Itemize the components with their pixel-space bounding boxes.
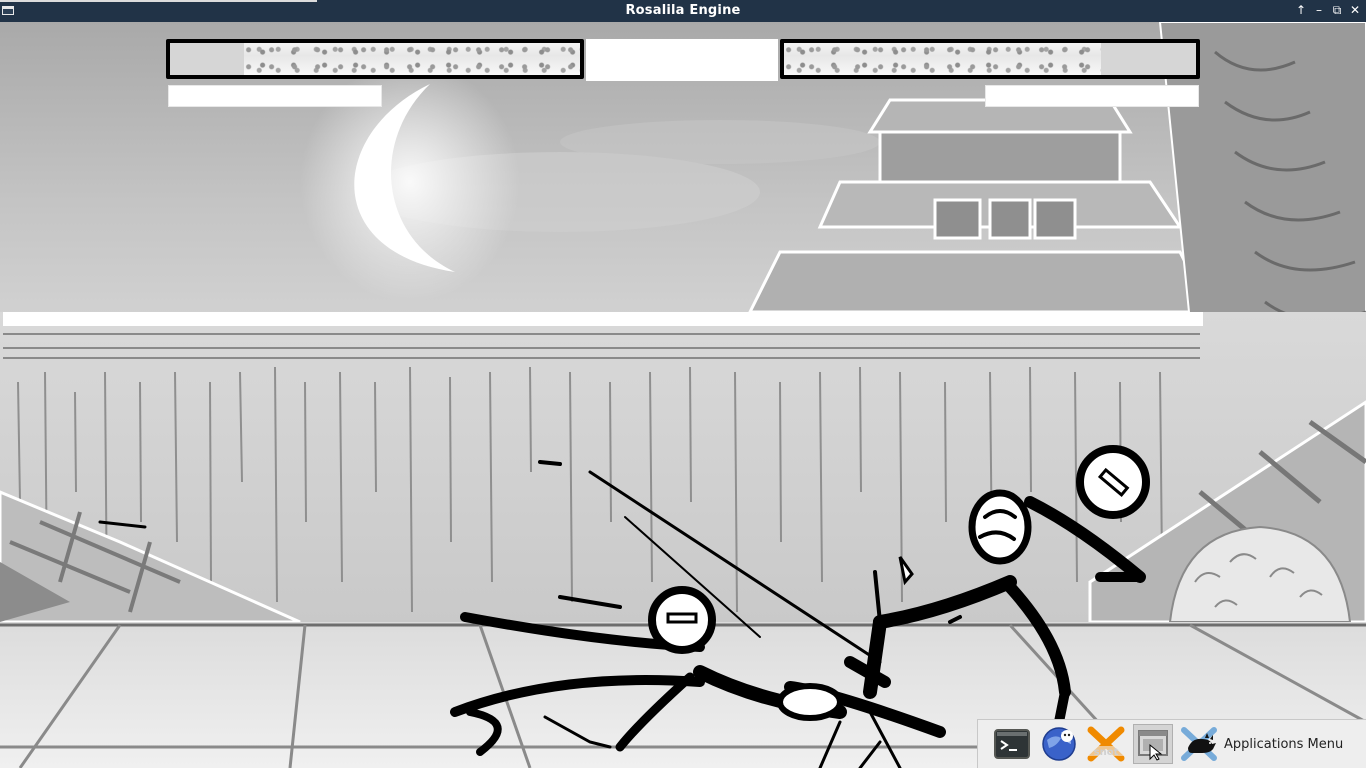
terminal-launcher[interactable]	[992, 724, 1032, 764]
xfce-mouse-icon	[1181, 727, 1217, 761]
close-button[interactable]: ✕	[1348, 2, 1362, 19]
player1-health-bar	[166, 39, 584, 79]
applications-menu-button[interactable]: Applications Menu	[1180, 726, 1349, 762]
window-switcher-icon	[1138, 730, 1168, 761]
maximize-button[interactable]: ⧉	[1330, 2, 1344, 19]
window-titlebar[interactable]: Rosalila Engine ↑ – ⧉ ✕	[0, 0, 1366, 22]
screenshot-launcher[interactable]: snot	[1086, 724, 1126, 764]
window-switcher-button[interactable]	[1133, 724, 1173, 764]
player1-health-fill	[243, 43, 580, 75]
keep-above-button[interactable]: ↑	[1294, 2, 1308, 19]
titlebar-progress-strip	[0, 0, 317, 2]
web-browser-icon	[1042, 727, 1076, 761]
screen: Rosalila Engine ↑ – ⧉ ✕ snot Application…	[0, 0, 1366, 768]
applications-menu-label: Applications Menu	[1224, 736, 1344, 752]
round-timer-panel	[586, 39, 778, 81]
minimize-button[interactable]: –	[1312, 2, 1326, 19]
player2-special-meter	[985, 85, 1199, 107]
terminal-icon	[994, 729, 1030, 759]
player1-special-meter	[168, 85, 382, 107]
web-browser-launcher[interactable]	[1039, 724, 1079, 764]
player2-health-bar	[780, 39, 1200, 79]
window-controls: ↑ – ⧉ ✕	[1294, 2, 1362, 19]
taskbar-panel: snot Applications Menu	[977, 719, 1366, 768]
player2-health-fill	[784, 43, 1102, 75]
window-title: Rosalila Engine	[625, 3, 741, 18]
screenshot-tool-icon: snot	[1087, 726, 1125, 762]
fight-stage-scene	[0, 22, 1366, 768]
svg-text:snot: snot	[1094, 747, 1119, 758]
game-viewport[interactable]	[0, 22, 1366, 768]
